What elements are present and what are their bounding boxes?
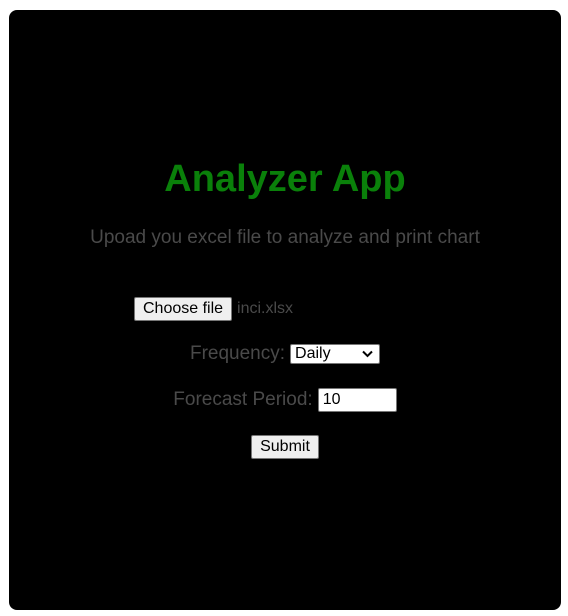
frequency-row: Frequency: Daily [9,343,561,365]
chevron-down-icon [362,350,373,358]
page-title: Analyzer App [164,158,406,200]
frequency-select[interactable]: Daily [290,344,381,364]
frequency-selected-value: Daily [295,345,331,362]
page-subtitle: Upoad you excel file to analyze and prin… [90,227,480,248]
selected-file-name: inci.xlsx [237,300,294,317]
file-upload-row: Choose file inci.xlsx [134,297,293,321]
forecast-period-label: Forecast Period: [173,389,313,410]
app-card: Analyzer App Upoad you excel file to ana… [9,10,561,610]
frequency-label: Frequency: [189,343,286,364]
submit-row: Submit [9,435,561,459]
forecast-period-input[interactable] [317,388,397,412]
forecast-row: Forecast Period: [9,387,561,413]
choose-file-button[interactable]: Choose file [134,297,233,321]
submit-button[interactable]: Submit [251,435,319,459]
